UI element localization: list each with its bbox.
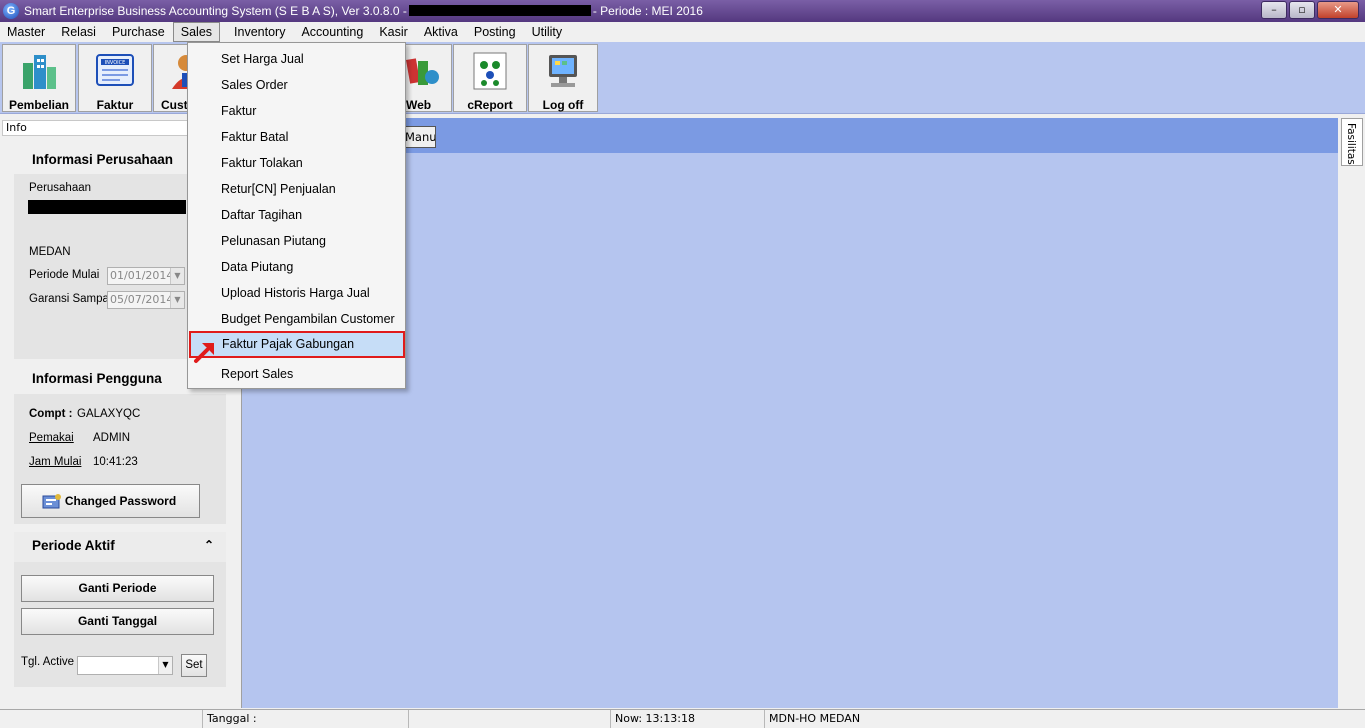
report-icon [473, 52, 507, 90]
minimize-button[interactable]: – [1261, 1, 1287, 19]
period-section-title: Periode Aktif [32, 538, 115, 553]
customer-button[interactable]: Cust [153, 44, 189, 112]
menu-item-budget-pengambilan-customer[interactable]: Budget Pengambilan Customer [188, 306, 405, 332]
web-button[interactable]: Web [405, 44, 452, 112]
chevron-down-icon[interactable]: ▼ [170, 268, 184, 284]
svg-text:INVOICE: INVOICE [105, 60, 126, 66]
status-bar: Tanggal : Now: 13:13:18 MDN-HO MEDAN [0, 709, 1365, 728]
status-tanggal: Tanggal : [202, 710, 408, 728]
period-start-field[interactable]: 01/01/2014 ▼ [107, 267, 185, 285]
menu-item-faktur-pajak-gabungan[interactable]: Faktur Pajak Gabungan [189, 331, 405, 358]
chevron-down-icon[interactable]: ▼ [158, 657, 172, 674]
compt-label: Compt : [29, 408, 73, 420]
main-workspace: Manual [242, 118, 1338, 708]
menu-item-data-piutang[interactable]: Data Piutang [188, 254, 405, 280]
change-date-button[interactable]: Ganti Tanggal [21, 608, 214, 635]
start-time-value: 10:41:23 [93, 456, 138, 468]
status-cell-blank [408, 710, 610, 728]
menu-purchase[interactable]: Purchase [104, 22, 173, 42]
menu-item-sales-order[interactable]: Sales Order [188, 72, 405, 98]
compt-value: GALAXYQC [77, 408, 141, 420]
menu-relasi[interactable]: Relasi [53, 22, 104, 42]
active-date-label: Tgl. Active [21, 656, 75, 668]
password-card-icon [42, 494, 61, 509]
menu-utility[interactable]: Utility [524, 22, 571, 42]
menu-aktiva[interactable]: Aktiva [416, 22, 466, 42]
company-section-title: Informasi Perusahaan [32, 152, 174, 167]
menu-item-daftar-tagihan[interactable]: Daftar Tagihan [188, 202, 405, 228]
warranty-label: Garansi Sampai [29, 293, 112, 305]
menu-item-pelunasan-piutang[interactable]: Pelunasan Piutang [188, 228, 405, 254]
menu-accounting[interactable]: Accounting [293, 22, 371, 42]
faktur-button[interactable]: INVOICE Faktur [78, 44, 152, 112]
period-start-label: Periode Mulai [29, 269, 100, 281]
sales-dropdown-menu: Set Harga Jual Sales Order Faktur Faktur… [187, 42, 406, 389]
menu-inventory[interactable]: Inventory [220, 22, 293, 42]
status-cell-empty [0, 710, 202, 728]
annotation-arrow-icon [194, 343, 214, 363]
collapse-icon[interactable]: ⌃ [204, 538, 214, 552]
creport-button[interactable]: cReport [453, 44, 527, 112]
menu-item-faktur-batal[interactable]: Faktur Batal [188, 124, 405, 150]
chevron-down-icon[interactable]: ▼ [170, 292, 184, 308]
change-period-button[interactable]: Ganti Periode [21, 575, 214, 602]
pembelian-button[interactable]: Pembelian [2, 44, 76, 112]
web-books-icon [405, 58, 439, 85]
menu-item-report-sales[interactable]: Report Sales [188, 361, 405, 387]
menu-posting[interactable]: Posting [466, 22, 524, 42]
redacted-company-value [28, 200, 186, 214]
company-city: MEDAN [29, 246, 71, 258]
window-title: Smart Enterprise Business Accounting Sys… [24, 4, 703, 18]
change-password-button[interactable]: Changed Password [21, 484, 200, 518]
menu-master[interactable]: Master [0, 22, 53, 42]
menu-item-faktur[interactable]: Faktur [188, 98, 405, 124]
menu-sales[interactable]: Sales [172, 22, 221, 42]
close-button[interactable]: ✕ [1317, 1, 1359, 19]
warranty-field[interactable]: 05/07/2014 ▼ [107, 291, 185, 309]
redacted-company-name [408, 5, 591, 16]
user-label: Pemakai [29, 432, 74, 444]
maximize-button[interactable]: ▫ [1289, 1, 1315, 19]
workspace-header: Manual [242, 118, 1338, 153]
right-side-strip: Fasilitas [1338, 118, 1365, 708]
menu-item-faktur-tolakan[interactable]: Faktur Tolakan [188, 150, 405, 176]
buildings-icon [23, 55, 56, 89]
user-value: ADMIN [93, 432, 131, 444]
start-time-label: Jam Mulai [29, 456, 82, 468]
invoice-icon: INVOICE [96, 54, 134, 86]
status-location: MDN-HO MEDAN [764, 710, 1365, 728]
status-now: Now: 13:13:18 [610, 710, 764, 728]
active-date-select[interactable]: ▼ [77, 656, 173, 675]
logoff-button[interactable]: Log off [528, 44, 598, 112]
user-section-title: Informasi Pengguna [32, 371, 162, 386]
menu-kasir[interactable]: Kasir [371, 22, 415, 42]
computer-icon [549, 55, 577, 87]
menu-item-set-harga-jual[interactable]: Set Harga Jual [188, 46, 405, 72]
menu-item-retur-penjualan[interactable]: Retur[CN] Penjualan [188, 176, 405, 202]
customer-icon [172, 55, 188, 89]
app-logo-icon: G [3, 3, 19, 19]
menu-bar: Master Relasi Purchase Sales Inventory A… [0, 22, 1365, 42]
set-date-button[interactable]: Set [181, 654, 207, 677]
menu-item-upload-historis-harga-jual[interactable]: Upload Historis Harga Jual [188, 280, 405, 306]
company-label: Perusahaan [29, 182, 92, 194]
fasilitas-tab[interactable]: Fasilitas [1341, 118, 1363, 166]
window-title-bar[interactable]: G Smart Enterprise Business Accounting S… [0, 0, 1365, 22]
